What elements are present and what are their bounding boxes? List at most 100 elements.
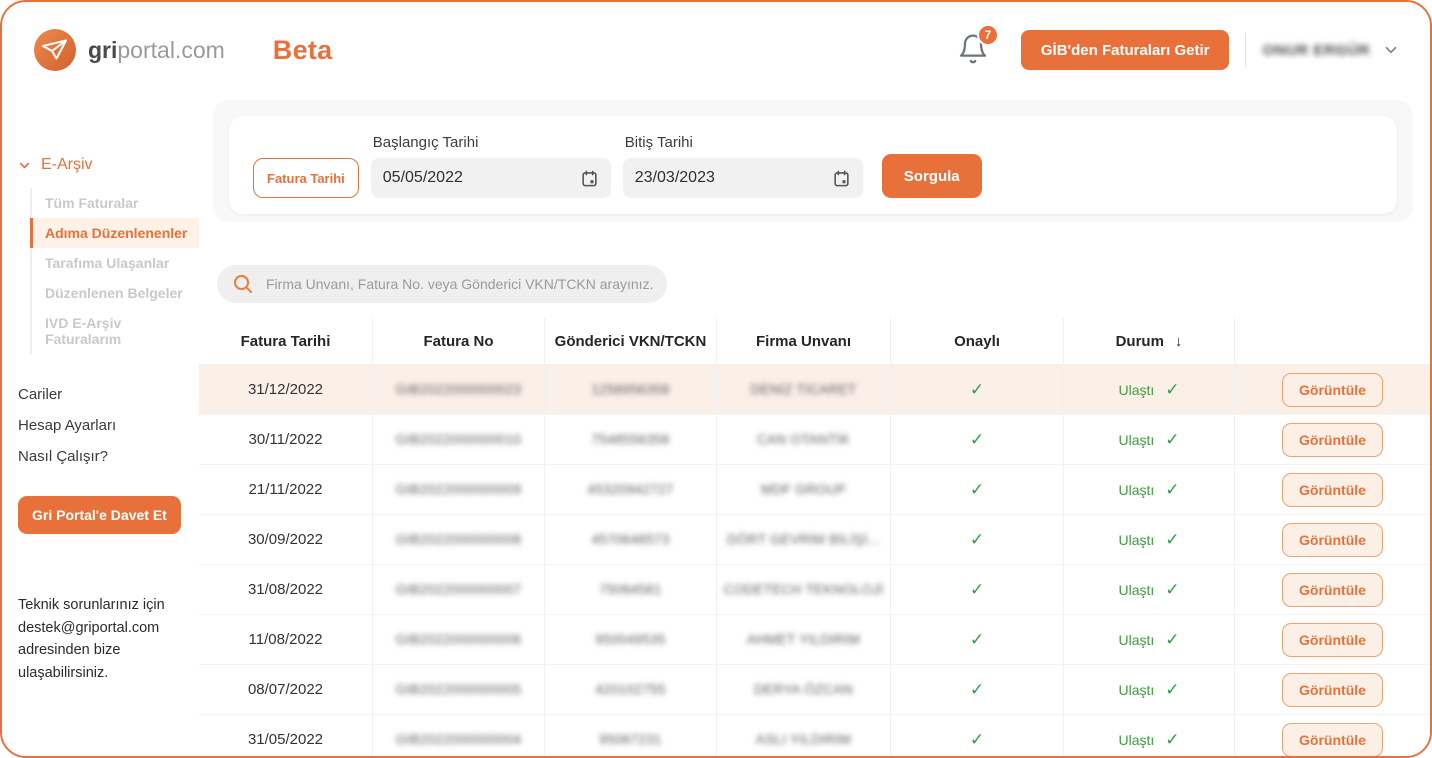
sidebar-item-ivd-earsiv[interactable]: IVD E-Arşiv Faturalarım (30, 308, 199, 354)
status-check-icon: ✓ (1165, 380, 1179, 400)
table-body: 31/12/2022GIB20220000000231258956358DENİ… (199, 365, 1430, 758)
cell-actions: Görüntüle (1235, 615, 1430, 664)
view-button[interactable]: Görüntüle (1282, 373, 1383, 407)
sidebar-section-earsiv[interactable]: E-Arşiv (17, 156, 199, 174)
view-button[interactable]: Görüntüle (1282, 573, 1383, 607)
sidebar-item-nasil-calisir[interactable]: Nasıl Çalışır? (18, 441, 199, 472)
sidebar-links: Cariler Hesap Ayarları Nasıl Çalışır? (18, 379, 199, 472)
redacted-company: CODETECH TEKNOLOJİ (724, 582, 884, 597)
view-button[interactable]: Görüntüle (1282, 623, 1383, 657)
redacted-vkn: 4570648573 (591, 532, 669, 547)
column-header-fatura-no[interactable]: Fatura No (373, 318, 545, 364)
invite-button[interactable]: Gri Portal'e Davet Et (18, 496, 181, 534)
view-button[interactable]: Görüntüle (1282, 473, 1383, 507)
start-date-value: 05/05/2022 (383, 169, 463, 187)
fetch-invoices-button[interactable]: GİB'den Faturaları Getir (1021, 30, 1230, 70)
search-icon (231, 272, 255, 296)
status-label: Ulaştı (1118, 632, 1154, 648)
column-header-vkn[interactable]: Gönderici VKN/TCKN (545, 318, 717, 364)
redacted-invoice-no: GIB2022000000007 (396, 582, 522, 597)
fatura-tarihi-chip[interactable]: Fatura Tarihi (253, 158, 359, 198)
redacted-vkn: 950049535 (595, 632, 665, 647)
approved-check-icon: ✓ (970, 730, 984, 750)
status-check-icon: ✓ (1165, 730, 1179, 750)
column-header-onayli[interactable]: Onaylı (891, 318, 1064, 364)
redacted-invoice-no: GIB2022000000010 (396, 432, 522, 447)
sidebar-item-hesap-ayarlari[interactable]: Hesap Ayarları (18, 410, 199, 441)
cell-onayli: ✓ (891, 415, 1064, 464)
header-divider (1245, 33, 1246, 67)
table-row: 08/07/2022GIB2022000000005420102755DERYA… (199, 665, 1430, 715)
start-date-input[interactable]: 05/05/2022 (371, 158, 611, 198)
status-label: Ulaştı (1118, 732, 1154, 748)
cell-fatura-no: GIB2022000000023 (373, 365, 545, 414)
start-date-field: Başlangıç Tarihi 05/05/2022 (371, 134, 611, 198)
cell-durum: Ulaştı✓ (1064, 415, 1235, 464)
sidebar-item-duzenlenen-belgeler[interactable]: Düzenlenen Belgeler (30, 278, 199, 308)
redacted-vkn: 1258956358 (591, 382, 669, 397)
main-content: Fatura Tarihi Başlangıç Tarihi 05/05/202… (199, 98, 1430, 756)
column-header-durum-label: Durum (1116, 333, 1164, 350)
sidebar-item-tum-faturalar[interactable]: Tüm Faturalar (30, 188, 199, 218)
column-header-fatura-tarihi[interactable]: Fatura Tarihi (199, 318, 373, 364)
cell-firma-unvani: AHMET YILDIRIM (717, 615, 891, 664)
cell-onayli: ✓ (891, 615, 1064, 664)
status-label: Ulaştı (1118, 482, 1154, 498)
view-button[interactable]: Görüntüle (1282, 723, 1383, 757)
sidebar: E-Arşiv Tüm Faturalar Adıma Düzenlenenle… (2, 98, 199, 756)
header-actions: 7 GİB'den Faturaları Getir ONUR ERGÜR (957, 30, 1400, 70)
redacted-invoice-no: GIB2022000000009 (396, 482, 522, 497)
redacted-vkn: 7548556358 (591, 432, 669, 447)
sidebar-submenu: Tüm Faturalar Adıma Düzenlenenler Tarafı… (30, 188, 199, 354)
calendar-icon (832, 169, 851, 188)
approved-check-icon: ✓ (970, 630, 984, 650)
query-button[interactable]: Sorgula (882, 154, 982, 198)
view-button[interactable]: Görüntüle (1282, 523, 1383, 557)
redacted-invoice-no: GIB2022000000008 (396, 532, 522, 547)
cell-fatura-tarihi: 08/07/2022 (199, 665, 373, 714)
view-button[interactable]: Görüntüle (1282, 673, 1383, 707)
column-header-actions (1235, 318, 1430, 364)
cell-onayli: ✓ (891, 665, 1064, 714)
sidebar-item-cariler[interactable]: Cariler (18, 379, 199, 410)
start-date-label: Başlangıç Tarihi (373, 134, 611, 151)
cell-fatura-tarihi: 31/05/2022 (199, 715, 373, 758)
sidebar-item-tarafima-ulasanlar[interactable]: Tarafıma Ulaşanlar (30, 248, 199, 278)
search-input[interactable] (266, 276, 653, 292)
redacted-company: AHMET YILDIRIM (747, 632, 860, 647)
table-header: Fatura Tarihi Fatura No Gönderici VKN/TC… (199, 318, 1430, 365)
app-window: griportal.com Beta 7 GİB'den Faturaları … (0, 0, 1432, 758)
filter-section: Fatura Tarihi Başlangıç Tarihi 05/05/202… (213, 100, 1413, 222)
status-label: Ulaştı (1118, 382, 1154, 398)
user-menu[interactable]: ONUR ERGÜR (1262, 41, 1400, 59)
redacted-company: DÖRT GEVRİM BİLİŞİ... (727, 532, 880, 547)
notification-count-badge: 7 (977, 24, 999, 46)
status-check-icon: ✓ (1165, 580, 1179, 600)
cell-durum: Ulaştı✓ (1064, 565, 1235, 614)
end-date-field: Bitiş Tarihi 23/03/2023 (623, 134, 863, 198)
cell-vkn: 7548556358 (545, 415, 717, 464)
cell-onayli: ✓ (891, 515, 1064, 564)
column-header-durum[interactable]: Durum ↓ (1064, 318, 1235, 364)
status-label: Ulaştı (1118, 532, 1154, 548)
notifications-button[interactable]: 7 (957, 32, 991, 68)
cell-durum: Ulaştı ✓ (1064, 715, 1235, 758)
cell-fatura-no: GIB2022000000006 (373, 615, 545, 664)
cell-vkn: 1258956358 (545, 365, 717, 414)
column-header-firma-unvani[interactable]: Firma Unvanı (717, 318, 891, 364)
redacted-invoice-no: GIB2022000000005 (396, 682, 522, 697)
approved-check-icon: ✓ (970, 480, 984, 500)
cell-fatura-tarihi: 30/09/2022 (199, 515, 373, 564)
redacted-company: ASLI YILDIRIM (756, 732, 851, 747)
end-date-input[interactable]: 23/03/2023 (623, 158, 863, 198)
cell-firma-unvani: DENİZ TİCARET (717, 365, 891, 414)
logo[interactable]: griportal.com (32, 27, 225, 73)
sidebar-item-adima-duzenlenenler[interactable]: Adıma Düzenlenenler (30, 218, 199, 248)
cell-onayli: ✓ (891, 365, 1064, 414)
logo-text-rest: portal.com (117, 37, 224, 63)
view-button[interactable]: Görüntüle (1282, 423, 1383, 457)
status-check-icon: ✓ (1165, 530, 1179, 550)
redacted-company: DENİZ TİCARET (751, 382, 857, 397)
cell-actions: Görüntüle (1235, 515, 1430, 564)
sort-descending-icon[interactable]: ↓ (1175, 333, 1183, 350)
